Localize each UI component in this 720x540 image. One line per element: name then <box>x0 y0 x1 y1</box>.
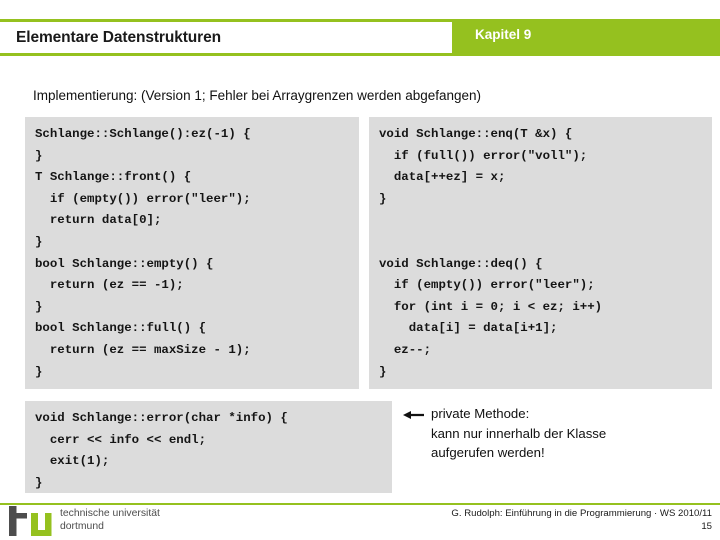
tu-dortmund-logo: technische universität dortmund <box>8 506 208 538</box>
code-line: exit(1); <box>35 454 110 469</box>
code-line: bool Schlange::full() { <box>35 321 207 336</box>
code-line: if (empty()) error("leer"); <box>379 278 595 293</box>
code-line: void Schlange::enq(T &x) { <box>379 127 573 141</box>
code-line: data[i] = data[i+1]; <box>379 321 558 336</box>
code-line: void Schlange::deq() { <box>379 256 543 271</box>
code-block-bottom: void Schlange::error(char *info) { cerr … <box>25 401 392 493</box>
code-line: for (int i = 0; i < ez; i++) <box>379 299 603 314</box>
code-block-right: void Schlange::enq(T &x) { if (full()) e… <box>369 117 712 389</box>
code-line: } <box>379 364 387 379</box>
code-line: ez--; <box>379 342 432 357</box>
tu-logo-text: technische universität dortmund <box>60 508 160 532</box>
chapter-label: Kapitel 9 <box>475 27 532 42</box>
footer-page-number: 15 <box>701 521 712 532</box>
header-title-box: Elementare Datenstrukturen <box>0 22 452 53</box>
code-line: return (ez == maxSize - 1); <box>35 342 251 357</box>
footer-credit: G. Rudolph: Einführung in die Programmie… <box>451 508 712 519</box>
footer-rule <box>0 503 720 505</box>
left-arrow-icon <box>403 411 424 419</box>
code-line: return data[0]; <box>35 213 162 228</box>
code-line: data[++ez] = x; <box>379 170 506 185</box>
page-title: Elementare Datenstrukturen <box>16 28 221 46</box>
slide-subtitle: Implementierung: (Version 1; Fehler bei … <box>33 88 482 103</box>
code-line: } <box>35 364 43 379</box>
tu-logo-icon <box>9 506 52 536</box>
code-line: cerr << info << endl; <box>35 432 207 447</box>
code-block-left: Schlange::Schlange():ez(-1) {}T Schlange… <box>25 117 359 389</box>
annotation-text: private Methode: kann nur innerhalb der … <box>431 406 607 460</box>
code-line: bool Schlange::empty() { <box>35 256 214 271</box>
code-line: if (full()) error("voll"); <box>379 148 588 163</box>
code-line: } <box>35 475 43 490</box>
code-line: void Schlange::error(char *info) { <box>35 411 288 425</box>
code-line: } <box>379 191 387 206</box>
code-line: return (ez == -1); <box>35 278 184 293</box>
code-line: } <box>35 299 43 314</box>
code-line: T Schlange::front() { <box>35 170 192 185</box>
code-line: if (empty()) error("leer"); <box>35 191 251 206</box>
code-line: } <box>35 234 43 249</box>
code-line: Schlange::Schlange():ez(-1) { <box>35 127 251 141</box>
code-line: } <box>35 148 43 163</box>
